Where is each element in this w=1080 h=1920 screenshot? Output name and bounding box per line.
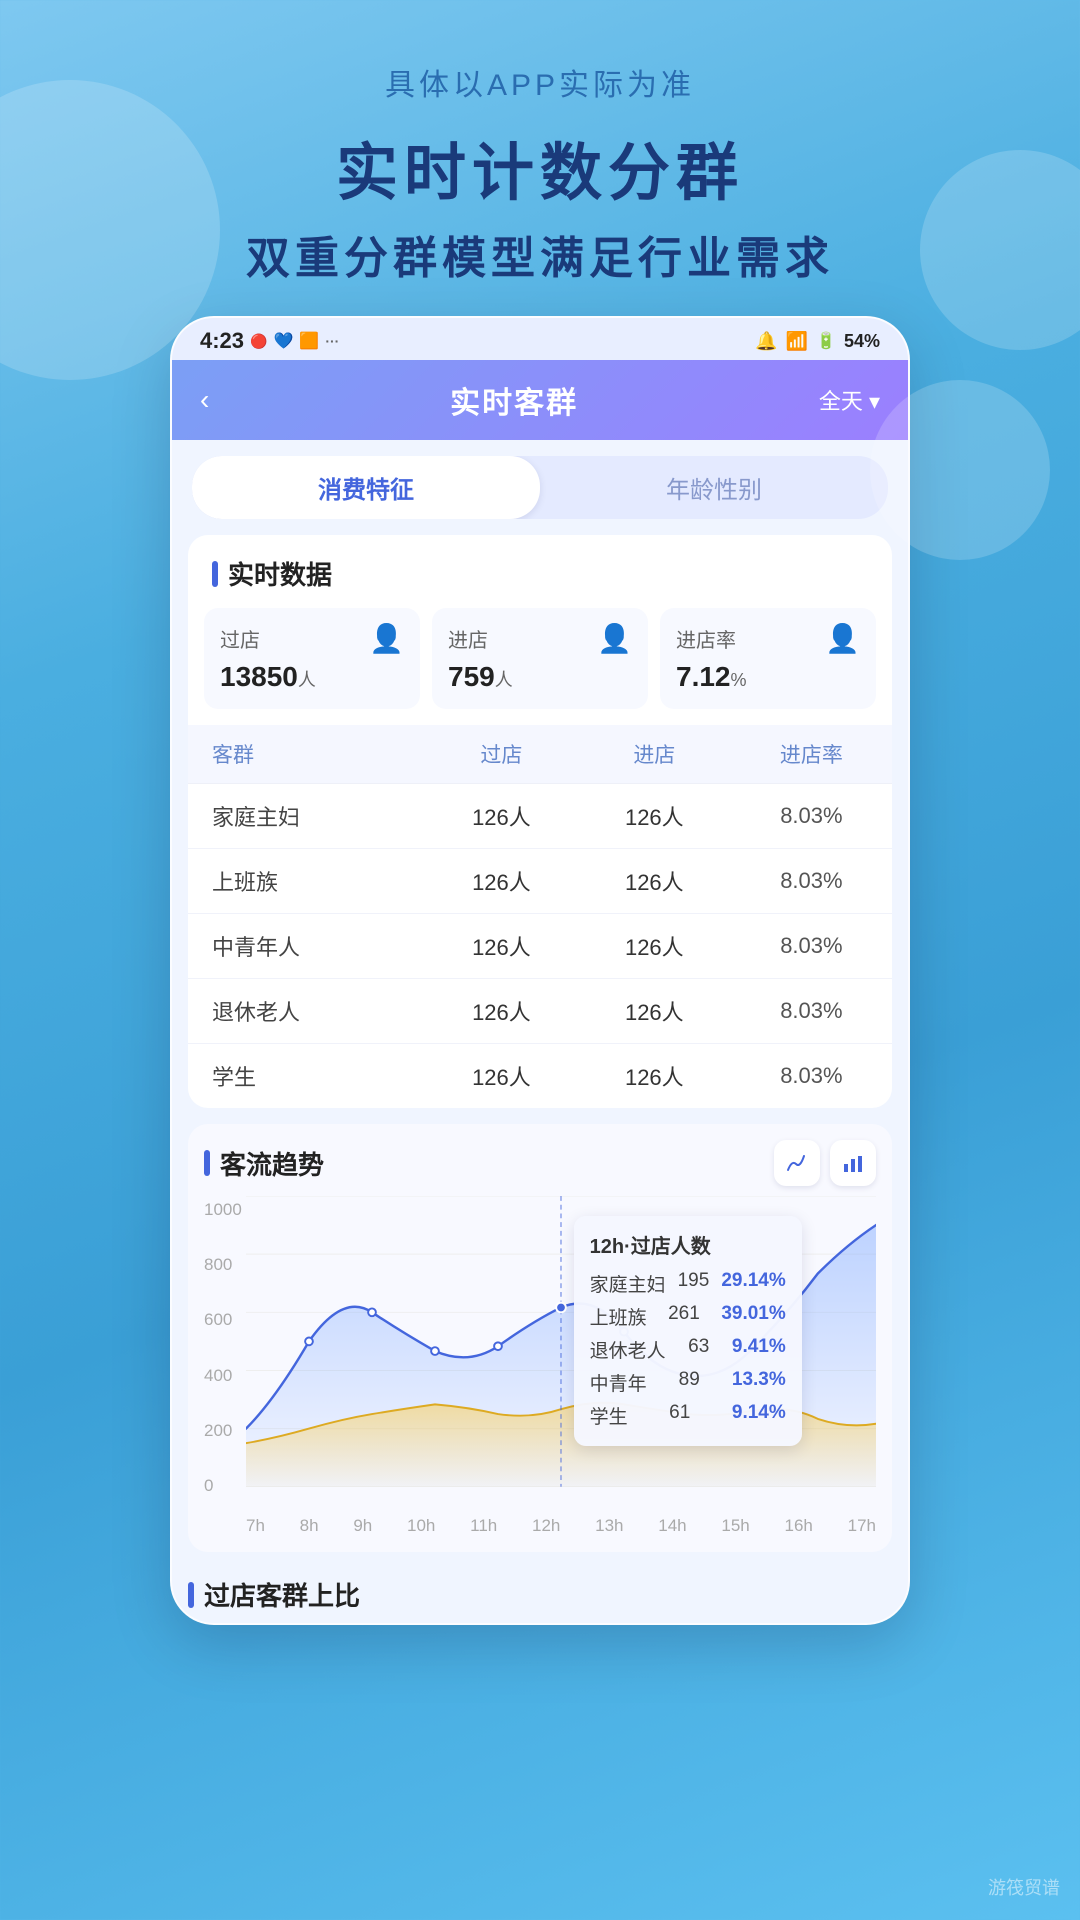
x-label: 17h: [848, 1516, 876, 1536]
stats-row: 过店 👤 13850人 进店 👤 759人 进店率 👤: [188, 602, 892, 725]
chart-area: 1000 800 600 400 200 0: [204, 1196, 876, 1536]
nav-bar: ‹ 实时客群 全天 ▾: [172, 360, 908, 440]
stat-card-rate: 进店率 👤 7.12%: [660, 608, 876, 709]
cell-pass: 126人: [425, 849, 578, 914]
tooltip-row: 家庭主妇19529.14%: [590, 1267, 786, 1300]
realtime-header: 实时数据: [188, 535, 892, 602]
status-time: 4:23 🔴 💙 🟧 ···: [200, 328, 339, 354]
pass-icon: 👤: [369, 622, 404, 655]
filter-button[interactable]: 全天 ▾: [819, 384, 880, 416]
x-label: 7h: [246, 1516, 265, 1536]
bottom-section: 过店客群上比: [188, 1560, 892, 1623]
enter-icon: 👤: [597, 622, 632, 655]
chart-btn-bar[interactable]: [830, 1140, 876, 1186]
col-header-name: 客群: [188, 725, 425, 784]
cell-name: 中青年人: [188, 914, 425, 979]
wifi-icon: 📶: [786, 331, 808, 352]
cell-enter: 126人: [578, 979, 731, 1044]
back-button[interactable]: ‹: [200, 384, 209, 416]
tooltip-row: 学生619.14%: [590, 1399, 786, 1432]
x-label: 8h: [300, 1516, 319, 1536]
tab-consume[interactable]: 消费特征: [192, 456, 540, 519]
tooltip-row: 退休老人639.41%: [590, 1333, 786, 1366]
cell-name: 退休老人: [188, 979, 425, 1044]
status-icons: 🔔 📶 🔋 54%: [755, 331, 880, 352]
cell-enter: 126人: [578, 849, 731, 914]
bg-decoration-3: [870, 380, 1050, 560]
cell-pass: 126人: [425, 914, 578, 979]
x-label: 15h: [721, 1516, 749, 1536]
chart-btn-line[interactable]: [774, 1140, 820, 1186]
x-label: 10h: [407, 1516, 435, 1536]
table-row: 上班族 126人 126人 8.03%: [188, 849, 892, 914]
cell-pass: 126人: [425, 784, 578, 849]
tooltip-row: 中青年8913.3%: [590, 1366, 786, 1399]
pass-label: 过店: [220, 624, 260, 653]
cell-name: 学生: [188, 1044, 425, 1109]
bottom-title: 过店客群上比: [204, 1576, 360, 1613]
chart-header: 客流趋势: [204, 1140, 876, 1186]
table-row: 中青年人 126人 126人 8.03%: [188, 914, 892, 979]
watermark: 游筏贸谱: [988, 1874, 1060, 1900]
pass-value: 13850: [220, 661, 298, 692]
cell-enter: 126人: [578, 784, 731, 849]
x-label: 13h: [595, 1516, 623, 1536]
chart-bar: [204, 1150, 210, 1176]
realtime-section: 实时数据 过店 👤 13850人 进店 👤 759人: [188, 535, 892, 1108]
phone-frame: 4:23 🔴 💙 🟧 ··· 🔔 📶 🔋 54% ‹ 实时客群 全天 ▾ 消费特…: [170, 316, 910, 1625]
realtime-title: 实时数据: [228, 555, 332, 592]
col-header-rate: 进店率: [731, 725, 892, 784]
battery-icon: 🔋: [816, 331, 836, 351]
cell-pass: 126人: [425, 979, 578, 1044]
table-row: 退休老人 126人 126人 8.03%: [188, 979, 892, 1044]
section-bar: [212, 561, 218, 587]
x-label: 16h: [785, 1516, 813, 1536]
tooltip-title: 12h·过店人数: [590, 1230, 786, 1259]
cell-rate: 8.03%: [731, 1044, 892, 1109]
rate-icon: 👤: [825, 622, 860, 655]
nav-title: 实时客群: [450, 378, 578, 422]
tab-bar: 消费特征 年龄性别: [172, 440, 908, 535]
enter-label: 进店: [448, 624, 488, 653]
cell-pass: 126人: [425, 1044, 578, 1109]
x-label: 14h: [658, 1516, 686, 1536]
chart-buttons: [774, 1140, 876, 1186]
bottom-bar: [188, 1582, 194, 1608]
chart-title: 客流趋势: [220, 1145, 324, 1182]
chart-section: 客流趋势 1000 800 600 400 200 0: [188, 1124, 892, 1552]
cell-enter: 126人: [578, 914, 731, 979]
rate-label: 进店率: [676, 624, 736, 653]
status-bar: 4:23 🔴 💙 🟧 ··· 🔔 📶 🔋 54%: [172, 318, 908, 360]
cell-rate: 8.03%: [731, 849, 892, 914]
bell-icon: 🔔: [755, 331, 777, 352]
cell-rate: 8.03%: [731, 784, 892, 849]
cell-rate: 8.03%: [731, 914, 892, 979]
stat-card-pass: 过店 👤 13850人: [204, 608, 420, 709]
customer-table: 客群 过店 进店 进店率 家庭主妇 126人 126人 8.03% 上班族 12…: [188, 725, 892, 1108]
chart-y-labels: 1000 800 600 400 200 0: [204, 1196, 242, 1496]
tooltip-row: 上班族26139.01%: [590, 1300, 786, 1333]
chart-tooltip: 12h·过店人数 家庭主妇19529.14%上班族26139.01%退休老人63…: [574, 1216, 802, 1446]
enter-value: 759: [448, 661, 495, 692]
cell-enter: 126人: [578, 1044, 731, 1109]
cell-rate: 8.03%: [731, 979, 892, 1044]
stat-card-enter: 进店 👤 759人: [432, 608, 648, 709]
x-label: 12h: [532, 1516, 560, 1536]
tab-age[interactable]: 年龄性别: [540, 456, 888, 519]
cell-name: 上班族: [188, 849, 425, 914]
battery-level: 54%: [844, 331, 880, 352]
chart-x-labels: 7h 8h 9h 10h 11h 12h 13h 14h 15h 16h 17h: [246, 1516, 876, 1536]
tab-container: 消费特征 年龄性别: [192, 456, 888, 519]
table-row: 家庭主妇 126人 126人 8.03%: [188, 784, 892, 849]
col-header-pass: 过店: [425, 725, 578, 784]
rate-value: 7.12: [676, 661, 731, 692]
cell-name: 家庭主妇: [188, 784, 425, 849]
page-subtitle: 具体以APP实际为准: [0, 0, 1080, 104]
table-row: 学生 126人 126人 8.03%: [188, 1044, 892, 1109]
x-label: 11h: [470, 1516, 497, 1536]
col-header-enter: 进店: [578, 725, 731, 784]
x-label: 9h: [353, 1516, 372, 1536]
